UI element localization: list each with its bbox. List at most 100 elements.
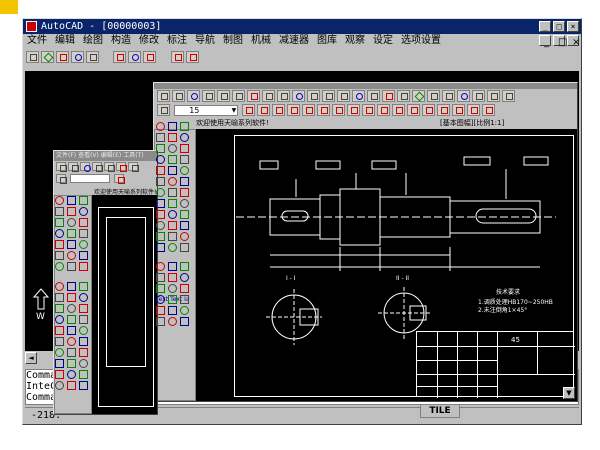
arrow-left-icon[interactable] — [242, 104, 256, 116]
aerial-icon[interactable] — [292, 90, 305, 102]
cross-icon[interactable] — [185, 51, 199, 63]
small-palette-tool-icon[interactable] — [67, 207, 76, 216]
drawing-palette-tool-icon[interactable] — [156, 243, 165, 252]
small-palette-lower-tool-icon[interactable] — [67, 381, 76, 390]
save-icon[interactable] — [172, 90, 185, 102]
drawing-palette-tool-icon[interactable] — [168, 199, 177, 208]
small-palette-tool-icon[interactable] — [79, 229, 88, 238]
calendar-icon[interactable] — [143, 51, 157, 63]
small-palette-tool-icon[interactable] — [55, 251, 64, 260]
small-paste-icon[interactable] — [116, 162, 127, 172]
small-palette-tool-icon[interactable] — [67, 240, 76, 249]
menu-modify[interactable]: 修改 — [135, 34, 163, 48]
small-palette-lower-tool-icon[interactable] — [67, 282, 76, 291]
drawing-palette-lower-tool-icon[interactable] — [180, 295, 189, 304]
drawing-palette-tool-icon[interactable] — [180, 122, 189, 131]
small-sheet-canvas[interactable] — [92, 195, 157, 414]
small-palette-lower-tool-icon[interactable] — [67, 370, 76, 379]
regen-icon[interactable] — [442, 90, 455, 102]
table-icon[interactable] — [113, 51, 127, 63]
list-icon[interactable] — [412, 90, 425, 102]
small-palette-lower-tool-icon[interactable] — [67, 348, 76, 357]
small-palette-lower-tool-icon[interactable] — [67, 304, 76, 313]
drawing-palette-lower-tool-icon[interactable] — [168, 295, 177, 304]
drawing-palette-tool-icon[interactable] — [180, 177, 189, 186]
center-mark-icon[interactable] — [392, 104, 406, 116]
dist-icon[interactable] — [382, 90, 395, 102]
small-palette-lower-tool-icon[interactable] — [67, 315, 76, 324]
render-icon[interactable] — [457, 90, 470, 102]
pan-icon[interactable] — [277, 90, 290, 102]
small-palette-lower-tool-icon[interactable] — [79, 315, 88, 324]
image-icon[interactable] — [56, 51, 69, 63]
redo-icon[interactable] — [337, 90, 350, 102]
small-layer-dropdown[interactable] — [70, 174, 111, 183]
small-palette-tool-icon[interactable] — [55, 240, 64, 249]
weld-icon[interactable] — [347, 104, 361, 116]
drawing-tab-label[interactable]: 欢迎使用天喻系列软件! — [196, 118, 269, 128]
drawing-palette-tool-icon[interactable] — [156, 221, 165, 230]
surface-icon[interactable] — [332, 104, 346, 116]
menu-view[interactable]: 观察 — [341, 34, 369, 48]
drawing-palette-tool-icon[interactable] — [180, 221, 189, 230]
drawing-palette-lower-tool-icon[interactable] — [180, 284, 189, 293]
drawing-palette-lower-tool-icon[interactable] — [156, 317, 165, 326]
drawing-palette-tool-icon[interactable] — [156, 210, 165, 219]
drawing-palette-lower-tool-icon[interactable] — [180, 317, 189, 326]
drawing-window-title-bar[interactable] — [154, 83, 577, 89]
small-palette-tool-icon[interactable] — [79, 240, 88, 249]
ortho-icon[interactable] — [487, 90, 500, 102]
small-menu-file[interactable]: 文件(F) — [56, 152, 76, 159]
small-palette-lower-tool-icon[interactable] — [67, 293, 76, 302]
small-palette-tool-icon[interactable] — [55, 218, 64, 227]
small-palette-tool-icon[interactable] — [55, 262, 64, 271]
menu-reducer[interactable]: 减速器 — [275, 34, 313, 48]
main-scroll-left-button[interactable]: ◄ — [25, 352, 37, 364]
drawing-palette-tool-icon[interactable] — [168, 144, 177, 153]
star-icon[interactable] — [452, 104, 466, 116]
doc-restore-button[interactable]: □ — [553, 35, 567, 48]
small-palette-tool-icon[interactable] — [67, 251, 76, 260]
menu-settings[interactable]: 设定 — [369, 34, 397, 48]
drawing-palette-tool-icon[interactable] — [156, 122, 165, 131]
drawing-palette-tool-icon[interactable] — [156, 144, 165, 153]
drawing-palette-tool-icon[interactable] — [168, 188, 177, 197]
close-button[interactable]: × — [567, 21, 579, 32]
small-window-title-bar[interactable]: 文件(F) 查看(V) 编辑(E) 工具(T) — [54, 151, 157, 161]
target-icon[interactable] — [128, 51, 142, 63]
small-palette-lower-tool-icon[interactable] — [55, 293, 64, 302]
menu-edit[interactable]: 编辑 — [51, 34, 79, 48]
doc-close-button[interactable]: × — [567, 35, 580, 48]
small-palette-tool-icon[interactable] — [79, 218, 88, 227]
drawing-sheet-canvas[interactable]: I - I II - II 技术要求 1.调质处理HB170~250HB 2.未… — [196, 129, 577, 401]
small-palette-tool-icon[interactable] — [55, 207, 64, 216]
drawing-palette-lower-tool-icon[interactable] — [168, 273, 177, 282]
drawing-palette-lower-tool-icon[interactable] — [156, 306, 165, 315]
drawing-palette-tool-icon[interactable] — [168, 166, 177, 175]
drawing-palette-lower-tool-icon[interactable] — [168, 306, 177, 315]
small-zoom-icon[interactable] — [128, 162, 139, 172]
menu-options[interactable]: 选项设置 — [397, 34, 445, 48]
drawing-palette-lower-tool-icon[interactable] — [180, 306, 189, 315]
drawing-palette-tool-icon[interactable] — [180, 166, 189, 175]
small-menu-tools[interactable]: 工具(T) — [123, 152, 143, 159]
drawing-palette-tool-icon[interactable] — [180, 243, 189, 252]
drawing-palette-tool-icon[interactable] — [156, 166, 165, 175]
drawing-palette-tool-icon[interactable] — [168, 243, 177, 252]
drawing-palette-tool-icon[interactable] — [156, 199, 165, 208]
small-save-icon[interactable] — [68, 162, 79, 172]
break-icon[interactable] — [437, 104, 451, 116]
drawing-palette-tool-icon[interactable] — [180, 133, 189, 142]
tile-status-cell[interactable]: TILE — [420, 404, 460, 418]
undo-icon[interactable] — [322, 90, 335, 102]
drawing-palette-tool-icon[interactable] — [180, 144, 189, 153]
small-palette-tool-icon[interactable] — [67, 229, 76, 238]
drawing-palette-tool-icon[interactable] — [168, 210, 177, 219]
menu-mechanical[interactable]: 机械 — [247, 34, 275, 48]
small-palette-lower-tool-icon[interactable] — [79, 370, 88, 379]
new-icon[interactable] — [26, 51, 39, 63]
small-cut-icon[interactable] — [92, 162, 103, 172]
small-arrow-icon[interactable] — [114, 174, 126, 184]
drawing-palette-tool-icon[interactable] — [156, 133, 165, 142]
small-palette-lower-tool-icon[interactable] — [79, 359, 88, 368]
